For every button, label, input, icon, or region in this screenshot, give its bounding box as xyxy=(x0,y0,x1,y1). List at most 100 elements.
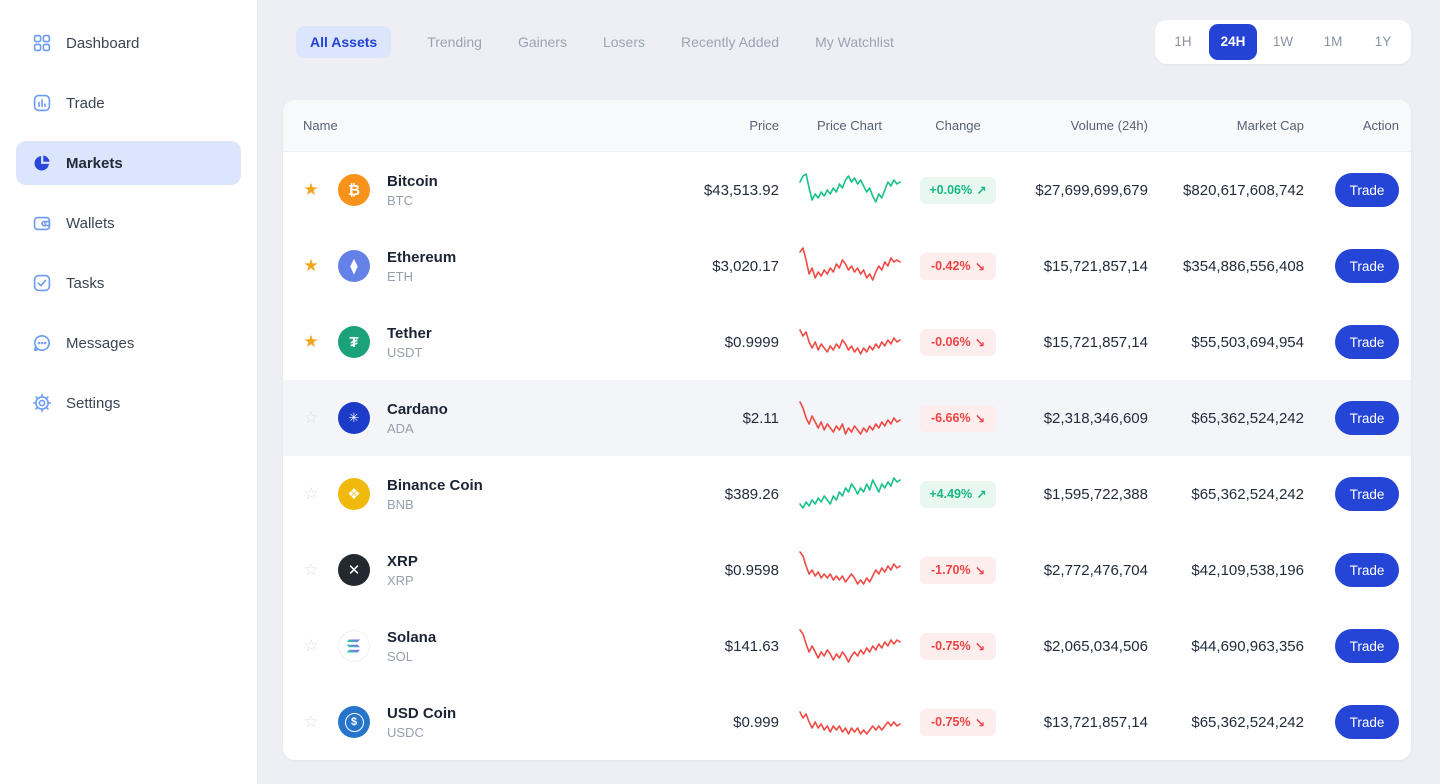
table-row-binance-coin: ☆ ❖ Binance Coin BNB $389.26 +4.49% ↗ $1,… xyxy=(283,456,1411,532)
trend-down-icon: ↘ xyxy=(974,715,986,730)
volume-cell: $15,721,857,14 xyxy=(1043,333,1148,351)
coin-symbol: BTC xyxy=(387,192,413,208)
trend-down-icon: ↘ xyxy=(974,259,986,274)
trade-button[interactable]: Trade xyxy=(1335,325,1399,359)
usdc-dollar-glyph: $ xyxy=(344,712,364,732)
price-chart-cell xyxy=(779,548,920,592)
timeframe-24h[interactable]: 24H xyxy=(1209,24,1257,60)
coin-cell: Solana SOL xyxy=(387,629,629,664)
favorite-star-icon[interactable]: ★ xyxy=(295,332,327,352)
xrp-icon: ✕ xyxy=(338,554,370,586)
trade-button[interactable]: Trade xyxy=(1335,249,1399,283)
col-name: Name xyxy=(303,118,338,133)
price-chart-cell xyxy=(779,624,920,668)
col-price: Price xyxy=(749,118,779,133)
timeframe-1w[interactable]: 1W xyxy=(1259,24,1307,60)
sidebar-item-wallets[interactable]: Wallets xyxy=(16,201,241,245)
trade-button[interactable]: Trade xyxy=(1335,553,1399,587)
table-row-xrp: ☆ ✕ XRP XRP $0.9598 -1.70% ↘ $2,772,476,7… xyxy=(283,532,1411,608)
price-cell: $0.9999 xyxy=(724,333,779,351)
table-row-tether: ★ ₮ Tether USDT $0.9999 -0.06% ↘ $15,721,… xyxy=(283,304,1411,380)
price-chart-cell xyxy=(779,700,920,744)
change-badge: -0.06% ↘ xyxy=(920,328,996,356)
sidebar-item-dashboard[interactable]: Dashboard xyxy=(16,21,241,65)
coin-cell: Ethereum ETH xyxy=(387,249,629,284)
change-cell: -0.42% ↘ xyxy=(920,252,996,280)
trade-button[interactable]: Trade xyxy=(1335,477,1399,511)
coin-name: Cardano xyxy=(387,400,448,418)
table-row-bitcoin: ★ ₿ Bitcoin BTC $43,513.92 +0.06% ↗ $27,6… xyxy=(283,152,1411,228)
tab-my-watchlist[interactable]: My Watchlist xyxy=(815,26,894,58)
favorite-star-icon[interactable]: ☆ xyxy=(295,636,327,656)
sparkline-chart xyxy=(798,247,901,281)
tab-trending[interactable]: Trending xyxy=(427,26,482,58)
table-row-solana: ☆ Solana SOL $141.63 -0.75% ↘ $2,065,034,… xyxy=(283,608,1411,684)
sidebar-item-label: Tasks xyxy=(66,274,105,292)
trade-chart-icon xyxy=(32,93,52,113)
volume-cell: $2,318,346,609 xyxy=(1043,409,1148,427)
coin-cell: Cardano ADA xyxy=(387,401,629,436)
sidebar-item-tasks[interactable]: Tasks xyxy=(16,261,241,305)
settings-gear-icon xyxy=(32,393,52,413)
sidebar-item-label: Markets xyxy=(66,154,123,172)
asset-tabs: All Assets Trending Gainers Losers Recen… xyxy=(296,26,894,58)
sparkline-chart xyxy=(798,551,901,585)
timeframe-1y[interactable]: 1Y xyxy=(1359,24,1407,60)
trade-button[interactable]: Trade xyxy=(1335,705,1399,739)
coin-symbol: XRP xyxy=(387,572,414,588)
sidebar-item-messages[interactable]: Messages xyxy=(16,321,241,365)
favorite-star-icon[interactable]: ☆ xyxy=(295,712,327,732)
market-cap-cell: $44,690,963,356 xyxy=(1191,637,1304,655)
change-badge: -1.70% ↘ xyxy=(920,556,996,584)
table-row-usd-coin: ☆ $ USD Coin USDC $0.999 -0.75% ↘ $13,721… xyxy=(283,684,1411,760)
table-row-cardano: ☆ ✳ Cardano ADA $2.11 -6.66% ↘ $2,318,346… xyxy=(283,380,1411,456)
change-badge: -0.42% ↘ xyxy=(920,252,996,280)
sidebar-item-label: Trade xyxy=(66,94,105,112)
market-cap-cell: $55,503,694,954 xyxy=(1191,333,1304,351)
sidebar-item-settings[interactable]: Settings xyxy=(16,381,241,425)
sidebar: Dashboard Trade Markets Wallets Tasks Me… xyxy=(0,0,258,784)
coin-name: Tether xyxy=(387,324,432,342)
tab-recently-added[interactable]: Recently Added xyxy=(681,26,779,58)
volume-cell: $27,699,699,679 xyxy=(1035,181,1148,199)
change-badge: +4.49% ↗ xyxy=(920,480,996,508)
topbar: All Assets Trending Gainers Losers Recen… xyxy=(283,20,1411,64)
sparkline-chart xyxy=(798,711,901,735)
favorite-star-icon[interactable]: ☆ xyxy=(295,484,327,504)
volume-cell: $2,065,034,506 xyxy=(1043,637,1148,655)
wallet-icon xyxy=(32,213,52,233)
sparkline-chart xyxy=(798,401,901,435)
timeframe-1m[interactable]: 1M xyxy=(1309,24,1357,60)
volume-cell: $15,721,857,14 xyxy=(1043,257,1148,275)
coin-cell: Tether USDT xyxy=(387,325,629,360)
trade-button[interactable]: Trade xyxy=(1335,401,1399,435)
favorite-star-icon[interactable]: ☆ xyxy=(295,560,327,580)
sidebar-item-markets[interactable]: Markets xyxy=(16,141,241,185)
favorite-star-icon[interactable]: ★ xyxy=(295,180,327,200)
favorite-star-icon[interactable]: ☆ xyxy=(295,408,327,428)
sidebar-item-trade[interactable]: Trade xyxy=(16,81,241,125)
table-row-ethereum: ★ ⧫ Ethereum ETH $3,020.17 -0.42% ↘ $15,7… xyxy=(283,228,1411,304)
trade-button[interactable]: Trade xyxy=(1335,629,1399,663)
coin-name: Bitcoin xyxy=(387,172,438,190)
col-change: Change xyxy=(935,118,981,133)
market-cap-cell: $65,362,524,242 xyxy=(1191,409,1304,427)
price-cell: $3,020.17 xyxy=(712,257,779,275)
tab-losers[interactable]: Losers xyxy=(603,26,645,58)
tab-gainers[interactable]: Gainers xyxy=(518,26,567,58)
timeframe-1h[interactable]: 1H xyxy=(1159,24,1207,60)
favorite-star-icon[interactable]: ★ xyxy=(295,256,327,276)
coin-name: Binance Coin xyxy=(387,476,483,494)
binance-coin-icon: ❖ xyxy=(338,478,370,510)
price-cell: $0.9598 xyxy=(724,561,779,579)
messages-icon xyxy=(32,333,52,353)
main-content: All Assets Trending Gainers Losers Recen… xyxy=(258,0,1440,784)
change-cell: -1.70% ↘ xyxy=(920,556,996,584)
tether-icon: ₮ xyxy=(338,326,370,358)
cardano-icon: ✳ xyxy=(338,402,370,434)
price-cell: $389.26 xyxy=(724,485,779,503)
tasks-check-icon xyxy=(32,273,52,293)
trend-down-icon: ↘ xyxy=(974,411,986,426)
trade-button[interactable]: Trade xyxy=(1335,173,1399,207)
tab-all-assets[interactable]: All Assets xyxy=(296,26,392,58)
